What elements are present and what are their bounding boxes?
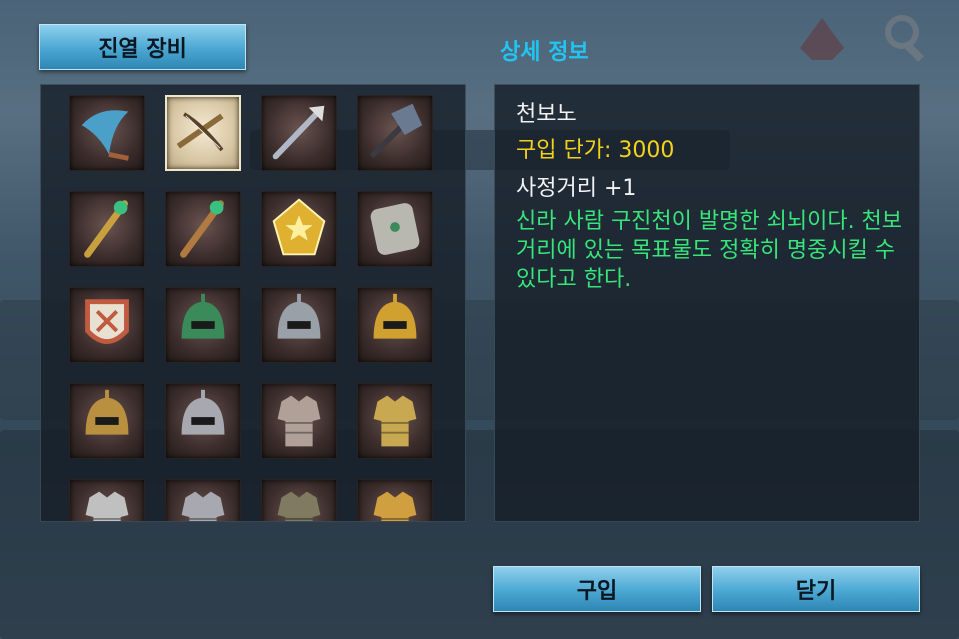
steel-helmet-icon <box>262 288 336 362</box>
ornate-armor-icon <box>358 480 432 521</box>
golden-helmet-icon <box>358 288 432 362</box>
equipment-slot[interactable] <box>69 191 145 267</box>
tribal-shield-icon <box>70 288 144 362</box>
golden-staff-icon <box>70 192 144 266</box>
item-name: 천보노 <box>516 102 577 127</box>
equipment-slot[interactable] <box>165 383 241 459</box>
spear-icon <box>262 96 336 170</box>
equipment-slot[interactable] <box>357 383 433 459</box>
bronze-staff-icon <box>166 192 240 266</box>
equipment-slot[interactable] <box>261 95 337 171</box>
equipment-slot[interactable] <box>69 287 145 363</box>
war-icon <box>792 8 852 68</box>
gold-emblem-icon <box>262 192 336 266</box>
battle-axe-icon <box>358 96 432 170</box>
crossbow-icon <box>167 97 239 169</box>
buy-button[interactable]: 구입 <box>493 566 701 612</box>
equipment-slot[interactable] <box>69 95 145 171</box>
close-button[interactable]: 닫기 <box>712 566 920 612</box>
menu-magnifier-icon <box>876 8 936 68</box>
item-range-bonus: 사정거리 +1 <box>516 176 637 201</box>
green-helmet-icon <box>166 288 240 362</box>
curved-blade-icon <box>70 96 144 170</box>
equipment-slot[interactable] <box>165 191 241 267</box>
dark-armor-icon <box>262 480 336 521</box>
equipment-slot[interactable] <box>69 479 145 521</box>
equipment-slot[interactable] <box>261 191 337 267</box>
iron-helmet-icon <box>166 384 240 458</box>
equipment-slot[interactable] <box>357 287 433 363</box>
equipment-slot[interactable] <box>357 479 433 521</box>
display-equipment-tab[interactable]: 진열 장비 <box>39 24 246 70</box>
chain-armor-icon <box>262 384 336 458</box>
equipment-slot[interactable] <box>357 191 433 267</box>
equipment-slot[interactable] <box>357 95 433 171</box>
equipment-slot[interactable] <box>165 479 241 521</box>
equipment-slot[interactable] <box>165 95 241 171</box>
light-armor-icon <box>70 480 144 521</box>
item-price: 구입 단가: 3000 <box>516 138 675 163</box>
crested-helmet-icon <box>70 384 144 458</box>
equipment-slot[interactable] <box>165 287 241 363</box>
equipment-slot[interactable] <box>69 383 145 459</box>
silver-plate-icon <box>358 192 432 266</box>
item-description: 신라 사람 구진천이 발명한 쇠뇌이다. 천보 거리에 있는 목표물도 정확히 … <box>516 209 903 292</box>
detail-info-title: 상세 정보 <box>500 40 589 65</box>
equipment-slot[interactable] <box>261 383 337 459</box>
gold-armor-icon <box>358 384 432 458</box>
equipment-grid-panel <box>40 84 466 522</box>
equipment-slot[interactable] <box>261 287 337 363</box>
equipment-slot[interactable] <box>261 479 337 521</box>
silver-armor-icon <box>166 480 240 521</box>
